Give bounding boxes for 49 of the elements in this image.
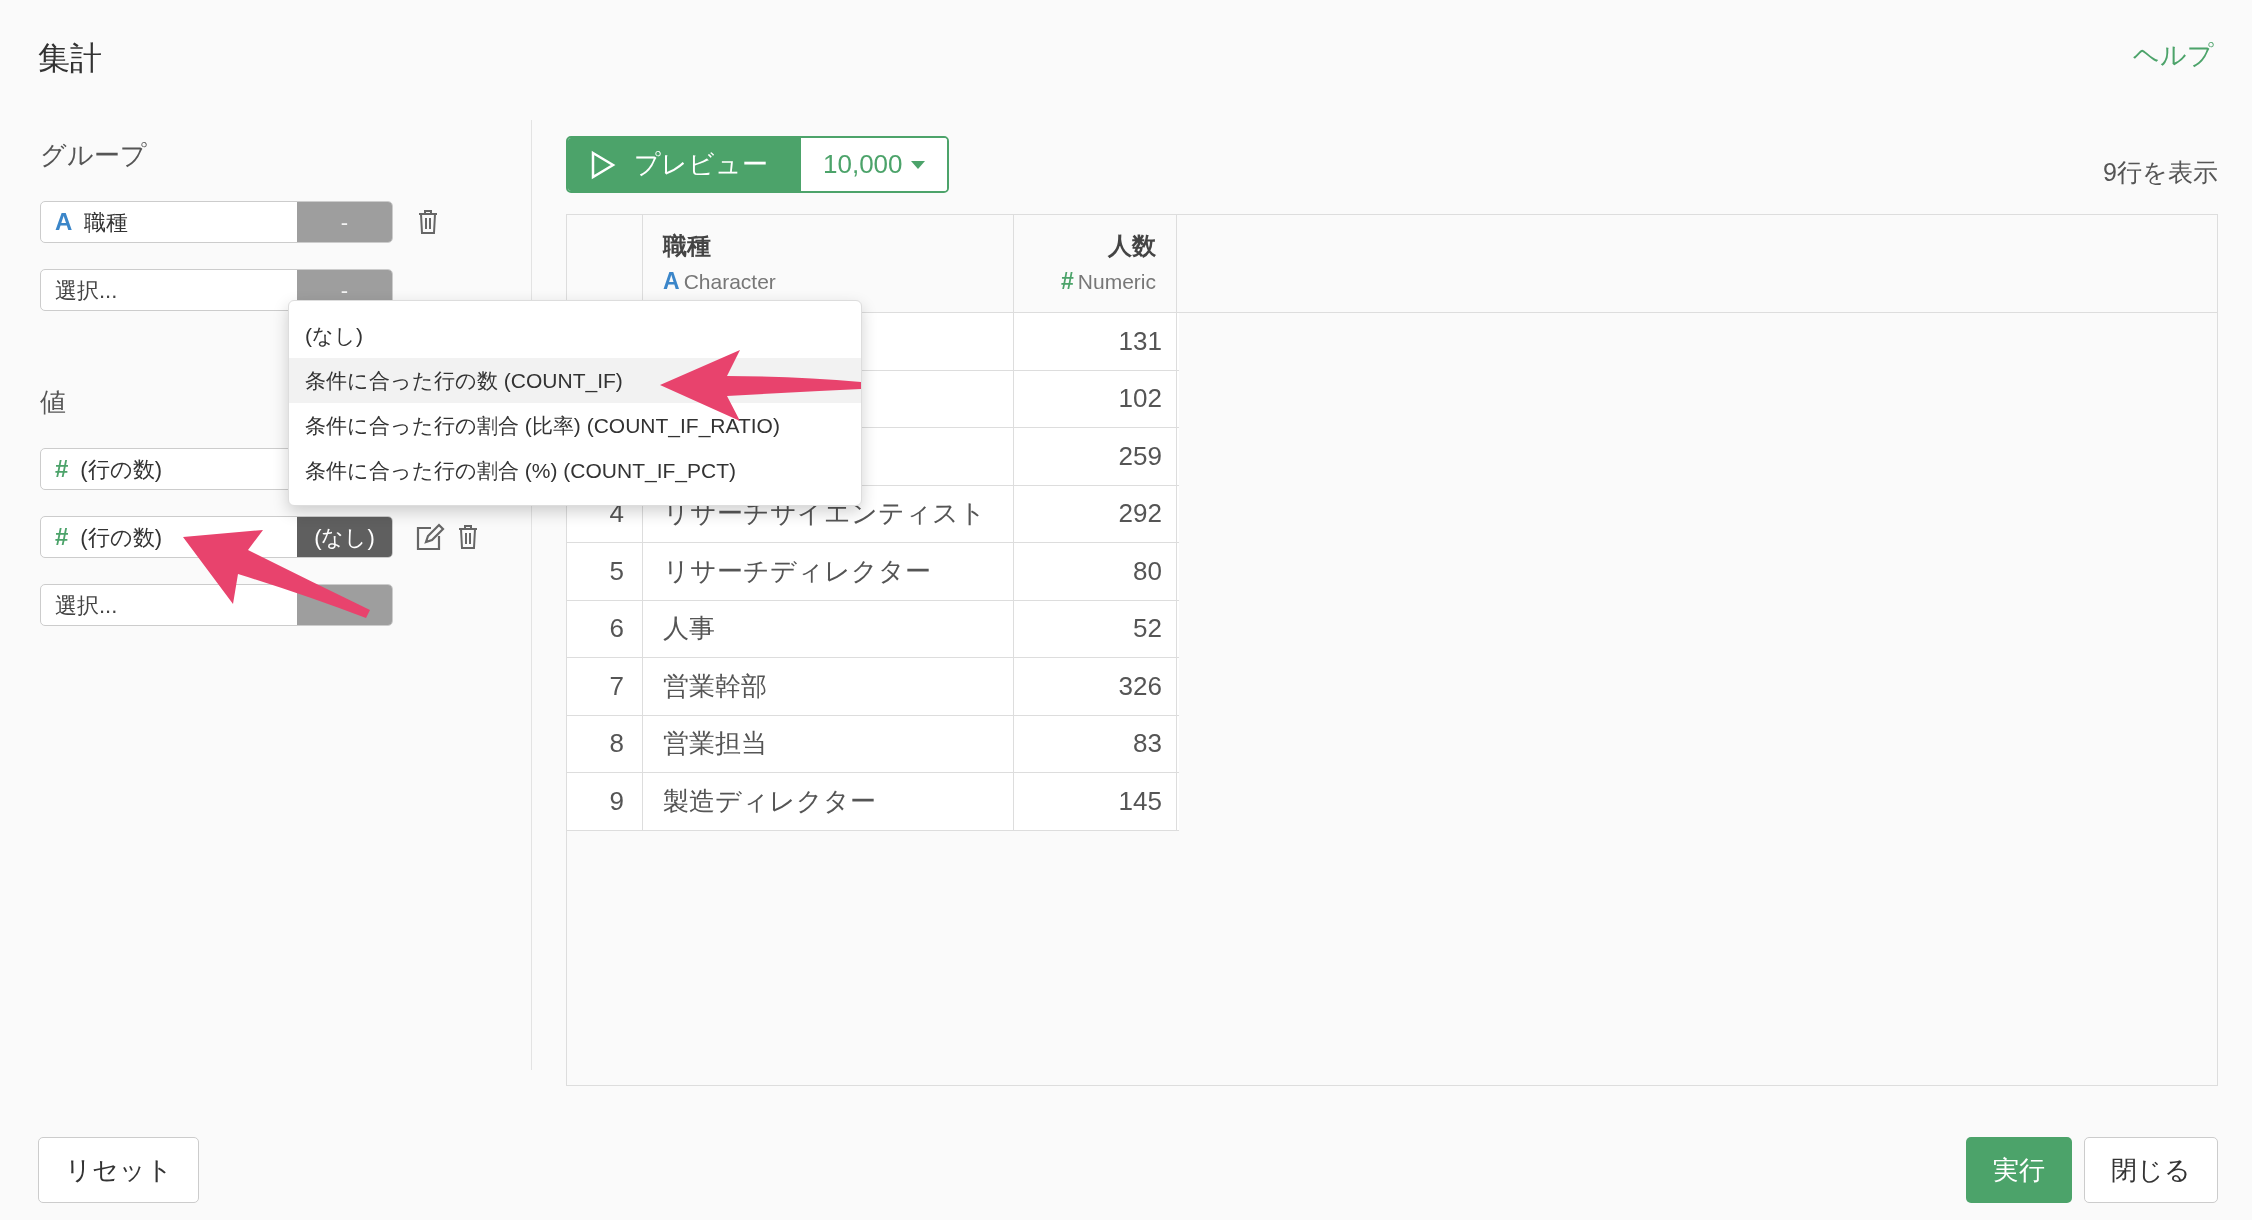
- type-mark: #: [1061, 267, 1074, 297]
- type-mark: #: [55, 454, 69, 484]
- row-number: 6: [609, 612, 624, 646]
- trash-icon[interactable]: [457, 524, 479, 550]
- column-type: Character: [683, 268, 776, 295]
- trash-icon[interactable]: [417, 209, 439, 235]
- table-cell-text: 83: [1133, 727, 1162, 761]
- table-cell-text: リサーチディレクター: [663, 554, 931, 588]
- table-cell-text: 営業幹部: [663, 669, 767, 703]
- section-label: 値: [40, 386, 66, 419]
- function-button[interactable]: (なし): [297, 517, 392, 557]
- table-cell-text: 326: [1118, 669, 1162, 703]
- select-field[interactable]: 選択...: [40, 584, 393, 626]
- table-cell-text: 102: [1118, 382, 1162, 416]
- table-cell-text: 131: [1118, 324, 1162, 358]
- row-number: 7: [609, 669, 624, 703]
- row-count: 9行を表示: [2103, 156, 2218, 188]
- table-cell-text: 259: [1118, 439, 1162, 473]
- menu-item[interactable]: (なし): [289, 313, 861, 358]
- table-cell-text: 製造ディレクター: [663, 784, 876, 818]
- column-header[interactable]: 人数: [1108, 228, 1156, 265]
- field-value: (行の数): [80, 523, 162, 552]
- table-cell-text: 145: [1118, 784, 1162, 818]
- close-button[interactable]: 閉じる: [2084, 1137, 2218, 1203]
- type-mark: #: [55, 522, 69, 552]
- column-type: Numeric: [1077, 268, 1156, 295]
- column-field[interactable]: A 職種 -: [40, 201, 393, 243]
- play-icon: [590, 149, 616, 180]
- row-number: 5: [609, 554, 624, 588]
- reset-button[interactable]: リセット: [38, 1137, 199, 1203]
- field-value: 職種: [84, 208, 129, 237]
- row-number: 8: [609, 727, 624, 761]
- table-cell-text: 人事: [663, 612, 715, 646]
- field-value: (行の数): [80, 455, 162, 484]
- type-mark: A: [663, 267, 680, 297]
- table-cell-text: 292: [1118, 497, 1162, 531]
- select-input[interactable]: 選択...: [55, 588, 283, 622]
- caret-icon: [910, 160, 925, 169]
- row-number: 9: [609, 784, 624, 818]
- table-cell-text: 52: [1133, 612, 1162, 646]
- table-cell-text: 80: [1133, 554, 1162, 588]
- table-cell-text: 営業担当: [663, 727, 767, 761]
- type-mark: A: [55, 207, 73, 237]
- page-title: 集計: [38, 39, 102, 78]
- column-header[interactable]: 職種: [663, 228, 711, 265]
- edit-icon[interactable]: [415, 523, 445, 551]
- menu-item[interactable]: 条件に合った行の割合 (比率) (COUNT_IF_RATIO): [289, 403, 861, 448]
- select-input[interactable]: 選択...: [55, 273, 283, 307]
- section-label: グループ: [40, 139, 147, 172]
